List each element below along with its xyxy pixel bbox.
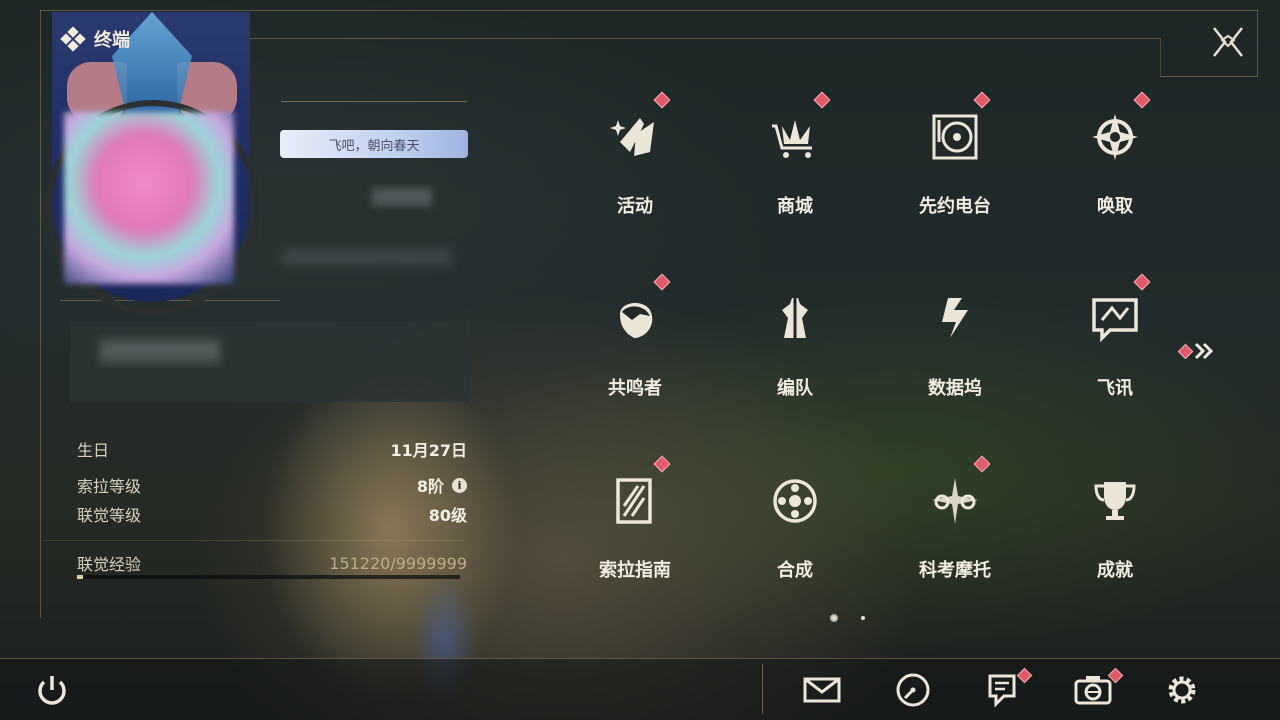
menu-item[interactable]: 飞讯 — [1050, 273, 1180, 414]
menu-item-label: 科考摩托 — [919, 560, 991, 581]
settings-button[interactable] — [1162, 670, 1202, 710]
frame-line-inner — [250, 38, 1160, 39]
menu-item[interactable]: 先约电台 — [890, 91, 1020, 232]
mail-button[interactable] — [802, 670, 842, 710]
camera-button[interactable] — [1073, 667, 1124, 710]
info-icon[interactable]: i — [452, 477, 467, 493]
info-row-birthday: 生日 11月27日 — [77, 437, 467, 461]
info-row-union-level: 联觉等级 80级 — [77, 502, 467, 526]
notification-badge — [653, 455, 671, 473]
slogan-text: 飞吧，朝向春天 — [328, 138, 420, 154]
info-row-sola-level: 索拉等级 8阶 i — [77, 473, 467, 497]
shop-cart-icon — [772, 120, 812, 158]
exp-value: 151220/9999999 — [329, 553, 467, 573]
notification-badge — [653, 91, 671, 109]
notification-badge — [1177, 343, 1194, 359]
menu-item[interactable]: 商城 — [730, 91, 860, 232]
character-portrait-icon — [620, 303, 653, 338]
page-title: 终端 — [94, 30, 130, 51]
notification-badge — [973, 91, 991, 109]
notification-badge — [1133, 273, 1151, 291]
close-icon — [1213, 27, 1243, 57]
exp-progress-bar — [77, 575, 460, 579]
avatar[interactable] — [64, 112, 234, 284]
power-button[interactable] — [32, 670, 72, 710]
synthesis-icon — [773, 479, 817, 523]
info-label: 索拉等级 — [77, 477, 142, 496]
info-value: 11月27日 — [390, 441, 467, 460]
menu-item-label: 先约电台 — [919, 196, 991, 217]
clock-icon — [896, 673, 930, 707]
notification-badge — [813, 91, 831, 109]
notice-icon — [988, 674, 1016, 708]
menu-item-label: 成就 — [1097, 560, 1133, 581]
menu-item-label: 商城 — [777, 196, 813, 217]
frame-line-left — [40, 10, 41, 618]
camera-icon — [1074, 676, 1112, 705]
info-row-union-exp: 联觉经验 151220/9999999 — [77, 551, 467, 575]
menu-item-label: 合成 — [777, 560, 813, 581]
frame-line-top — [40, 10, 1258, 11]
menu-item[interactable]: 编队 — [730, 274, 860, 414]
power-icon — [38, 676, 66, 705]
slogan-banner[interactable]: 飞吧，朝向春天 — [280, 130, 468, 158]
frame-line-corner — [1160, 38, 1161, 76]
data-dock-icon — [942, 298, 968, 338]
gear-icon — [1168, 676, 1196, 704]
double-chevron-right-icon — [1194, 342, 1214, 360]
frame-line-right-vert — [1257, 10, 1258, 76]
exp-progress-fill — [77, 575, 83, 579]
chess-team-icon — [782, 298, 808, 338]
menu-item[interactable]: 活动 — [570, 91, 700, 232]
trophy-icon — [1094, 482, 1136, 520]
notification-badge — [653, 273, 671, 291]
info-label: 生日 — [77, 441, 110, 460]
frame-line-right — [1160, 76, 1258, 77]
bottom-bar-line — [0, 658, 1280, 659]
menu-item-label: 数据坞 — [928, 378, 982, 399]
page-dot-2[interactable] — [861, 616, 865, 620]
header: 终端 — [60, 26, 130, 52]
info-value: 80级 — [428, 506, 467, 525]
menu-item-label: 索拉指南 — [599, 560, 671, 581]
notification-badge — [973, 455, 991, 473]
exp-label: 联觉经验 — [77, 555, 142, 574]
next-page-button[interactable] — [1177, 340, 1220, 362]
compass-star-icon — [1092, 114, 1138, 160]
menu-item-label: 活动 — [617, 196, 653, 217]
motorbike-icon — [932, 478, 978, 524]
notification-badge — [1133, 91, 1151, 109]
menu-item-label: 唤取 — [1097, 196, 1133, 217]
info-label: 联觉等级 — [77, 506, 142, 525]
menu-item[interactable]: 索拉指南 — [570, 455, 700, 596]
menu-item[interactable]: 数据坞 — [890, 274, 1020, 414]
name-divider — [281, 101, 467, 102]
mail-icon — [803, 677, 841, 703]
menu-item[interactable]: 合成 — [730, 456, 860, 596]
notice-button[interactable] — [982, 667, 1033, 710]
guide-book-icon — [616, 478, 652, 524]
bottom-divider — [762, 664, 763, 714]
radio-record-icon — [932, 114, 978, 160]
sparkle-activity-icon — [610, 118, 654, 156]
info-value-wrap: 8阶 i — [417, 473, 467, 497]
menu-item[interactable]: 科考摩托 — [890, 455, 1020, 596]
redacted-name-area — [262, 176, 482, 288]
menu-item-label: 共鸣者 — [608, 378, 662, 399]
redacted-signature-area — [70, 322, 470, 402]
menu-item[interactable]: 共鸣者 — [570, 273, 700, 414]
menu-item-label: 编队 — [777, 378, 813, 399]
frame-line-exp — [44, 540, 464, 541]
info-value: 8阶 — [416, 477, 444, 496]
close-button[interactable] — [1208, 22, 1248, 62]
menu-item[interactable]: 成就 — [1050, 456, 1180, 596]
clock-button[interactable] — [893, 670, 933, 710]
diamond-cluster-icon — [60, 26, 86, 52]
menu-item-label: 飞讯 — [1097, 378, 1133, 399]
page-dot-1[interactable] — [830, 614, 838, 622]
chat-bubble-icon — [1092, 298, 1138, 343]
menu-item[interactable]: 唤取 — [1050, 91, 1180, 232]
